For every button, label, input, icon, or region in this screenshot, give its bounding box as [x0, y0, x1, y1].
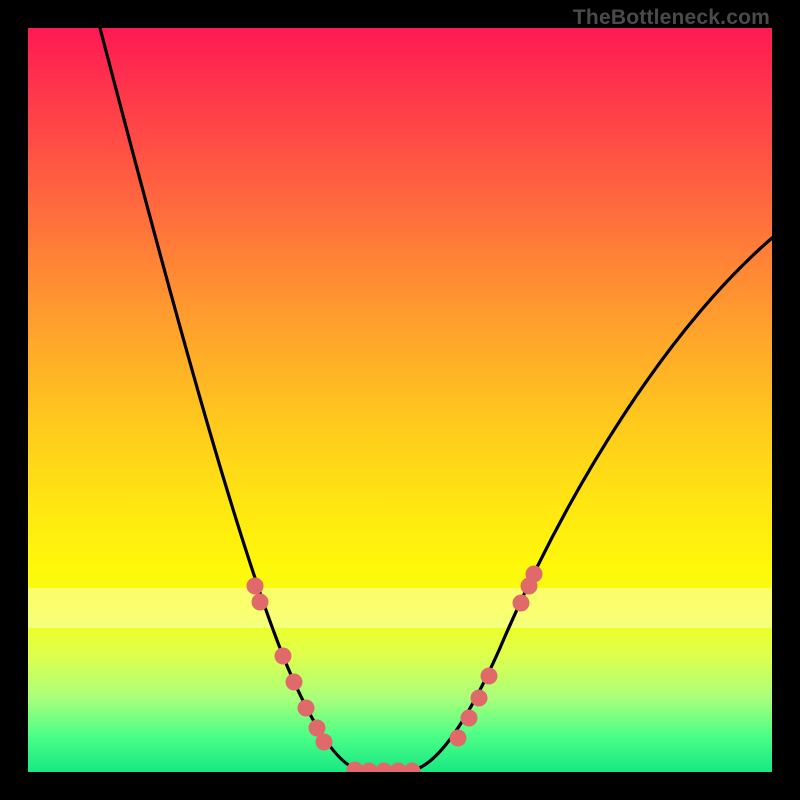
- threshold-band: [28, 588, 772, 628]
- chart-frame: TheBottleneck.com: [0, 0, 800, 800]
- plot-background-gradient: [28, 28, 772, 772]
- watermark-text: TheBottleneck.com: [573, 6, 770, 30]
